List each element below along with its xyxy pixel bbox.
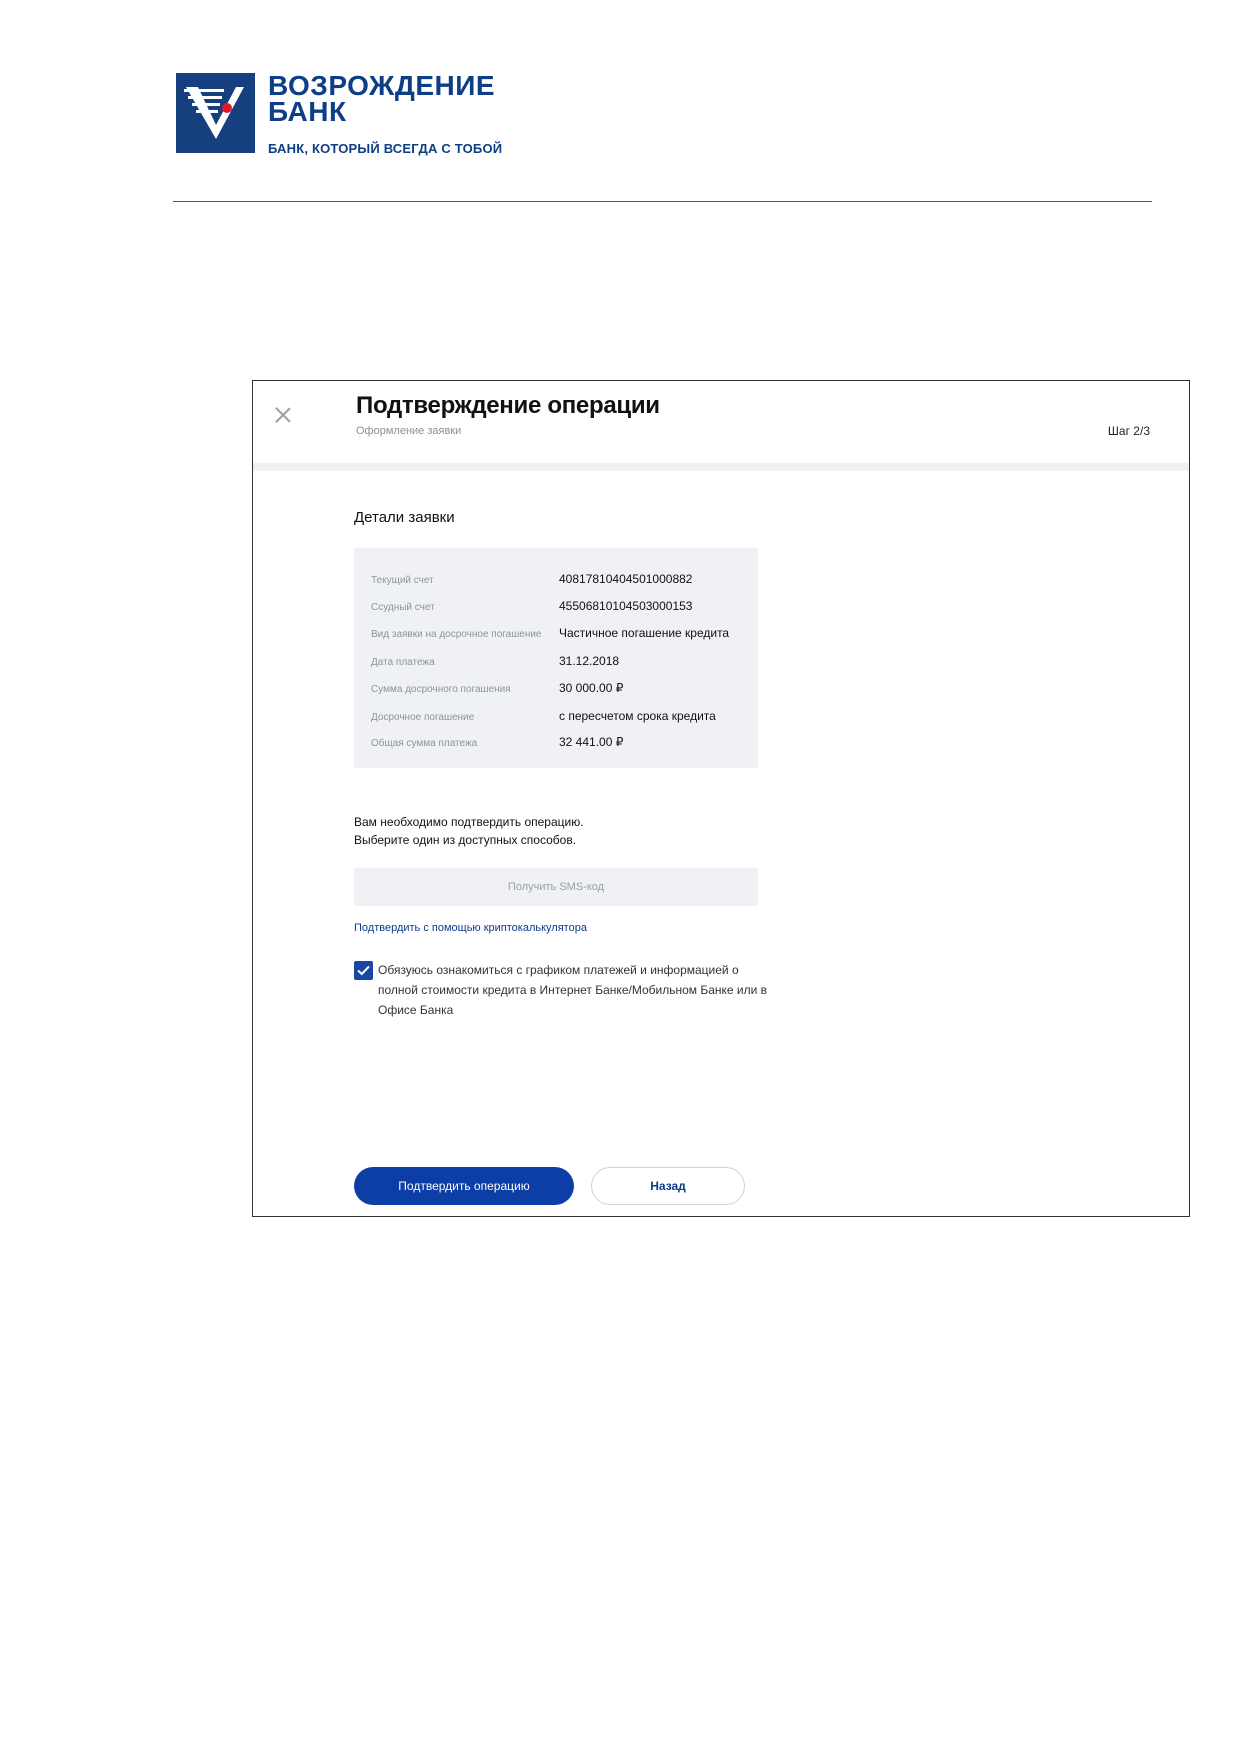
bank-name-line2: БАНК xyxy=(268,96,347,127)
crypto-calculator-link[interactable]: Подтвердить с помощью криптокалькулятора xyxy=(354,922,587,934)
detail-row: Дата платежа 31.12.2018 xyxy=(371,654,751,672)
bank-v-logo-icon xyxy=(176,73,255,153)
confirmation-dialog: Подтверждение операции Оформление заявки… xyxy=(252,380,1190,1217)
detail-value: Частичное погашение кредита xyxy=(559,626,730,640)
confirmation-notice: Вам необходимо подтвердить операцию. Выб… xyxy=(354,813,584,849)
detail-row: Сумма досрочного погашения 30 000.00 ₽ xyxy=(371,681,751,699)
detail-value: 30 000.00 ₽ xyxy=(559,681,624,695)
detail-value: 31.12.2018 xyxy=(559,654,620,668)
application-details: Текущий счет 40817810404501000882 Ссудны… xyxy=(354,548,758,768)
bank-logo: ВОЗРОЖДЕНИЕ БАНК БАНК, КОТОРЫЙ ВСЕГДА С … xyxy=(176,72,516,158)
bank-slogan: БАНК, КОТОРЫЙ ВСЕГДА С ТОБОЙ xyxy=(268,141,503,156)
detail-value: 45506810104503000153 xyxy=(559,599,693,613)
detail-label: Вид заявки на досрочное погашение xyxy=(371,629,542,640)
checkmark-icon xyxy=(357,965,370,976)
dialog-header: Подтверждение операции Оформление заявки… xyxy=(253,381,1189,463)
detail-value: с пересчетом срока кредита xyxy=(559,709,716,723)
detail-value: 40817810404501000882 xyxy=(559,572,693,586)
detail-label: Дата платежа xyxy=(371,657,435,668)
detail-row: Досрочное погашение с пересчетом срока к… xyxy=(371,709,751,727)
detail-label: Сумма досрочного погашения xyxy=(371,684,511,695)
step-indicator: Шаг 2/3 xyxy=(1107,424,1150,438)
detail-value: 32 441.00 ₽ xyxy=(559,735,624,749)
detail-row: Общая сумма платежа 32 441.00 ₽ xyxy=(371,735,751,753)
detail-row: Текущий счет 40817810404501000882 xyxy=(371,572,751,590)
detail-label: Ссудный счет xyxy=(371,602,435,613)
page-subtitle: Оформление заявки xyxy=(356,425,462,437)
back-button[interactable]: Назад xyxy=(591,1167,745,1205)
agreement-text: Обязуюсь ознакомиться с графиком платеже… xyxy=(378,963,768,1017)
agreement-checkbox[interactable] xyxy=(354,961,373,980)
notice-line-1: Вам необходимо подтвердить операцию. xyxy=(354,815,584,829)
section-title: Детали заявки xyxy=(354,509,455,526)
detail-row: Ссудный счет 45506810104503000153 xyxy=(371,599,751,617)
header-separator xyxy=(253,463,1189,471)
detail-label: Текущий счет xyxy=(371,575,434,586)
notice-line-2: Выберите один из доступных способов. xyxy=(354,833,577,847)
bank-name: ВОЗРОЖДЕНИЕ БАНК xyxy=(268,72,495,127)
detail-row: Вид заявки на досрочное погашение Частич… xyxy=(371,626,751,644)
confirm-operation-button[interactable]: Подтвердить операцию xyxy=(354,1167,574,1205)
get-sms-code-button[interactable]: Получить SMS-код xyxy=(354,868,758,906)
page-title: Подтверждение операции xyxy=(356,392,660,419)
detail-label: Общая сумма платежа xyxy=(371,738,478,749)
detail-label: Досрочное погашение xyxy=(371,712,475,723)
header-divider xyxy=(173,201,1152,202)
close-icon[interactable] xyxy=(274,406,292,424)
